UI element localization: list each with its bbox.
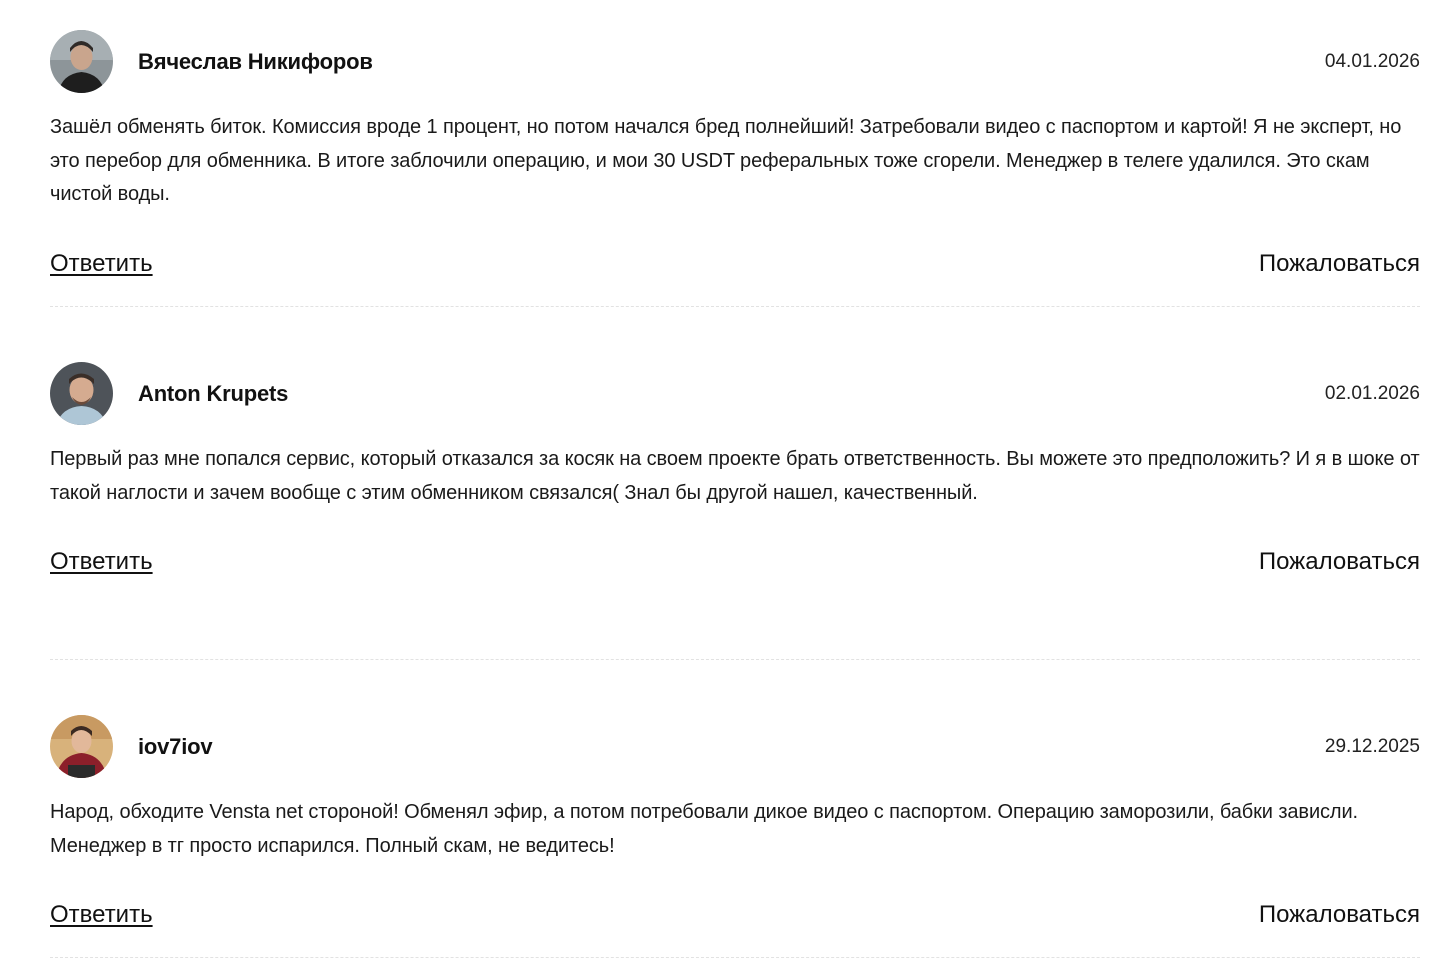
reply-link[interactable]: Ответить [50, 548, 153, 576]
comment-header: Anton Krupets 02.01.2026 [50, 362, 1420, 426]
comment-date: 29.12.2025 [1324, 736, 1420, 757]
comment-item: Вячеслав Никифоров 04.01.2026 Зашёл обме… [50, 30, 1420, 307]
comment-header: iov7iov 29.12.2025 [50, 715, 1420, 779]
comment-actions: Ответить Пожаловаться [50, 548, 1420, 596]
author-name: iov7iov [138, 734, 213, 759]
avatar[interactable] [50, 30, 113, 93]
author-name: Вячеслав Никифоров [138, 49, 373, 74]
reply-link[interactable]: Ответить [50, 901, 153, 929]
report-link[interactable]: Пожаловаться [1259, 250, 1420, 278]
comment-actions: Ответить Пожаловаться [50, 901, 1420, 949]
comment-text: Народ, обходите Vensta net стороной! Обм… [50, 801, 1359, 857]
avatar[interactable] [50, 715, 113, 778]
comment-item: Anton Krupets 02.01.2026 Первый раз мне … [50, 362, 1420, 660]
comment-date: 02.01.2026 [1324, 383, 1420, 404]
comment-actions: Ответить Пожаловаться [50, 250, 1420, 298]
comment-header: Вячеслав Никифоров 04.01.2026 [50, 30, 1420, 94]
comment-text: Зашёл обменять биток. Комиссия вроде 1 п… [50, 116, 1402, 205]
report-link[interactable]: Пожаловаться [1259, 901, 1420, 929]
author-name: Anton Krupets [138, 381, 289, 406]
comment-text: Первый раз мне попался сервис, который о… [50, 448, 1420, 504]
comment-item: iov7iov 29.12.2025 Народ, обходите Venst… [50, 715, 1420, 958]
comments-list: Вячеслав Никифоров 04.01.2026 Зашёл обме… [50, 30, 1420, 958]
reply-link[interactable]: Ответить [50, 250, 153, 278]
avatar[interactable] [50, 362, 113, 425]
comment-date: 04.01.2026 [1324, 51, 1420, 72]
report-link[interactable]: Пожаловаться [1259, 548, 1420, 576]
